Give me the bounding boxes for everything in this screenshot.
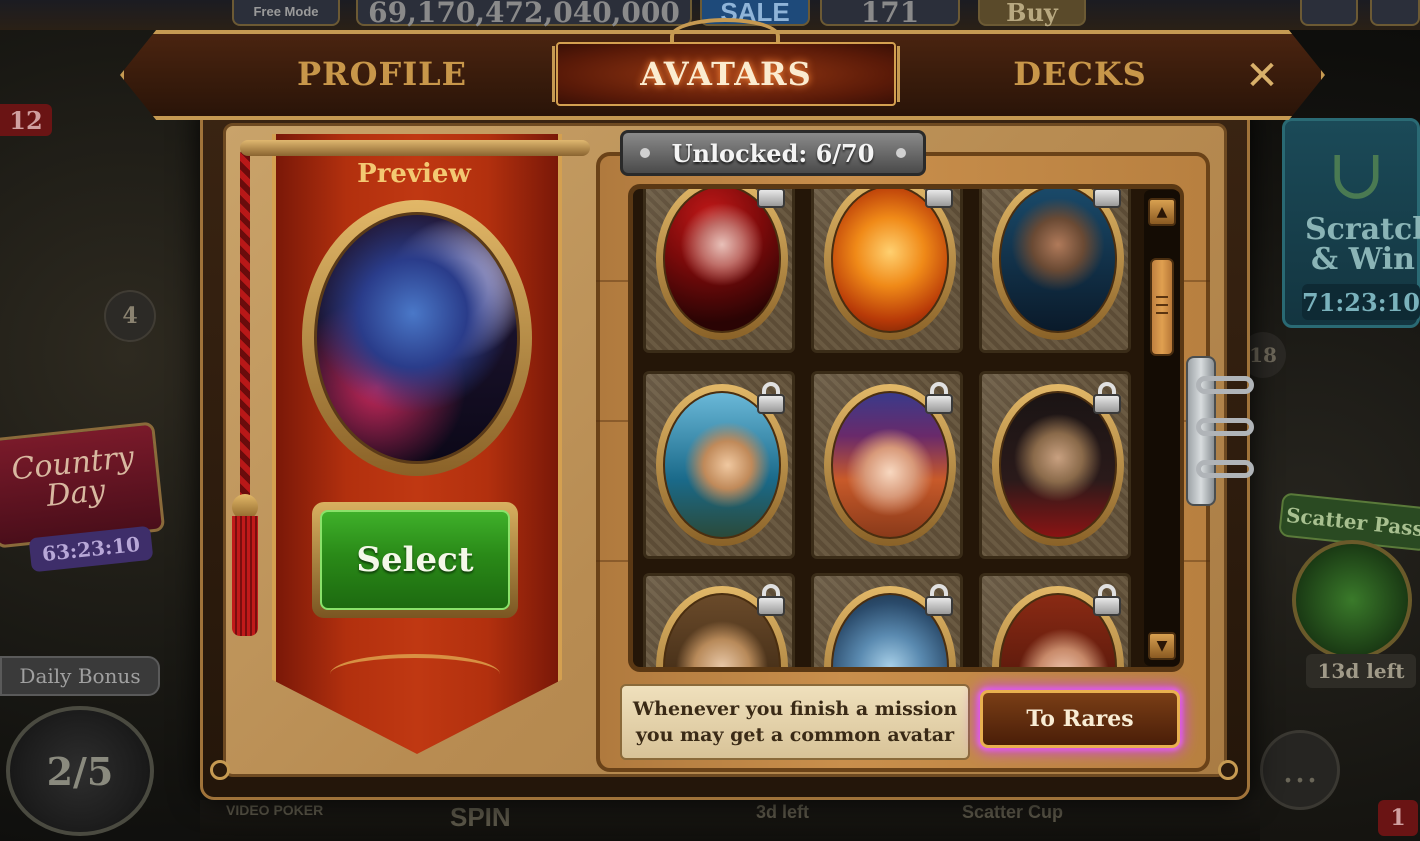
- binder-ring: [1196, 460, 1254, 478]
- lock-icon: [1092, 189, 1122, 208]
- avatar-card-red-haired-woman[interactable]: [979, 573, 1131, 667]
- plate-rivet: [640, 148, 650, 158]
- tab-profile[interactable]: PROFILE: [212, 42, 552, 106]
- corner-stud: [210, 760, 230, 780]
- tassel-cord: [240, 150, 250, 500]
- three-d-left-label: 3d left: [756, 802, 810, 822]
- thumb-grip: [1156, 296, 1168, 298]
- lock-icon: [756, 382, 786, 414]
- unlocked-counter: Unlocked: 6/70: [620, 130, 926, 176]
- hint-line-1: Whenever you finish a mission: [632, 698, 958, 720]
- horseshoe-icon: ∪: [1327, 133, 1386, 215]
- level-badge: 12: [0, 104, 52, 136]
- level-badge-value: 12: [9, 105, 43, 135]
- scratch-timer-value: 71:23:10: [1302, 287, 1420, 317]
- buy-label: Buy: [1006, 0, 1058, 27]
- avatar-card-tattooed-man[interactable]: [979, 371, 1131, 559]
- notification-badge: 1: [1378, 800, 1418, 836]
- chat-icon[interactable]: …: [1260, 730, 1340, 810]
- spin-label: SPIN: [450, 802, 511, 832]
- map-node-4[interactable]: 4: [104, 290, 156, 342]
- scroll-down-icon[interactable]: ▼: [1148, 632, 1176, 660]
- lock-icon: [924, 189, 954, 208]
- thumb-grip: [1156, 312, 1168, 314]
- lock-icon: [1092, 382, 1122, 414]
- gem-balance-value: 171: [860, 0, 920, 29]
- preview-avatar-frame: [302, 200, 532, 476]
- binder-ring: [1196, 376, 1254, 394]
- avatar-card-bearded-warrior[interactable]: [979, 189, 1131, 353]
- preview-avatar-portrait: [314, 212, 520, 464]
- unlocked-counter-label: Unlocked: 6/70: [671, 138, 875, 168]
- tab-avatars[interactable]: AVATARS: [556, 42, 896, 106]
- avatar-grid: [628, 184, 1184, 672]
- lock-icon: [756, 189, 786, 208]
- free-mode-button[interactable]: Free Mode: [232, 0, 340, 26]
- video-poker-label: VIDEO POKER: [226, 802, 324, 818]
- daily-bonus-wheel[interactable]: 2/5: [6, 706, 154, 836]
- to-rares-button[interactable]: To Rares: [980, 690, 1180, 748]
- banner-ornament: [330, 654, 500, 694]
- scroll-up-icon[interactable]: ▲: [1148, 198, 1176, 226]
- avatar-card-pirate-lady[interactable]: [643, 371, 795, 559]
- daily-bonus-label: Daily Bonus: [0, 656, 160, 696]
- daily-bonus-text: Daily Bonus: [19, 664, 141, 688]
- scratch-win-label: Scratch & Win: [1305, 212, 1420, 277]
- lock-icon: [1092, 584, 1122, 616]
- menu-button[interactable]: [1370, 0, 1420, 26]
- preview-title: Preview: [357, 159, 471, 189]
- to-rares-label: To Rares: [1026, 706, 1134, 732]
- select-button-label: Select: [320, 510, 510, 610]
- select-button[interactable]: Select: [312, 502, 518, 618]
- scratch-win-timer: 71:23:10: [1302, 284, 1420, 320]
- banner-rod: [240, 140, 590, 156]
- tassel-fringe: [232, 516, 258, 636]
- corner-stud: [1218, 760, 1238, 780]
- country-day-timer-value: 63:23:10: [40, 531, 142, 567]
- notification-badge-value: 1: [1390, 805, 1406, 831]
- lock-icon: [924, 584, 954, 616]
- settings-button[interactable]: [1300, 0, 1358, 26]
- binder-ring: [1196, 418, 1254, 436]
- lock-icon: [924, 382, 954, 414]
- daily-bonus-progress: 2/5: [46, 748, 114, 794]
- coin-balance-value: 69,170,472,040,000: [368, 0, 680, 29]
- map-node-4-value: 4: [122, 303, 138, 329]
- map-node-18-value: 18: [1249, 343, 1277, 367]
- scatter-pass-emblem[interactable]: [1292, 540, 1412, 660]
- country-day-label: Country Day: [9, 439, 136, 514]
- avatar-card-flame-pumpkin[interactable]: [811, 189, 963, 353]
- plate-rivet: [896, 148, 906, 158]
- avatar-card-witch-hat-girl[interactable]: [811, 371, 963, 559]
- hint-line-2: you may get a common avatar: [635, 724, 955, 746]
- avatar-card-blue-creature[interactable]: [811, 573, 963, 667]
- scrollbar-thumb[interactable]: [1150, 258, 1174, 356]
- tab-decks[interactable]: DECKS: [900, 42, 1260, 106]
- mission-hint: Whenever you finish a mission you may ge…: [620, 684, 970, 760]
- free-mode-label: Free Mode: [253, 4, 319, 19]
- lock-icon: [756, 584, 786, 616]
- avatar-card-blonde-woman[interactable]: [643, 573, 795, 667]
- bottom-bar: VIDEO POKER SPIN 3d left Scatter Cup: [200, 800, 1260, 841]
- close-icon[interactable]: ✕: [1238, 52, 1286, 100]
- avatar-card-masked-red-hair[interactable]: [643, 189, 795, 353]
- tab-divider: [552, 46, 555, 102]
- scatter-pass-left: 13d left: [1317, 659, 1405, 683]
- coin-balance: 69,170,472,040,000: [356, 0, 692, 29]
- buy-button[interactable]: Buy: [978, 0, 1086, 27]
- thumb-grip: [1156, 304, 1168, 306]
- gem-balance: 171: [820, 0, 960, 29]
- scatter-pass-label: Scatter Pass: [1284, 502, 1420, 542]
- scatter-pass-timer: 13d left: [1306, 654, 1416, 688]
- scatter-cup-label: Scatter Cup: [962, 802, 1064, 822]
